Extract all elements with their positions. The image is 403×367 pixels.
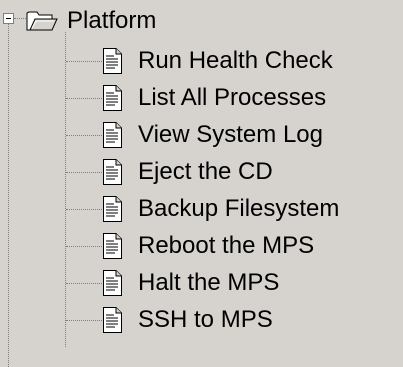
document-icon xyxy=(103,48,122,74)
tree-connector xyxy=(66,209,102,210)
document-icon xyxy=(103,270,122,296)
tree-item-label[interactable]: Halt the MPS xyxy=(138,268,279,298)
document-icon xyxy=(103,85,122,111)
tree-connector xyxy=(14,18,26,19)
document-icon xyxy=(103,307,122,333)
document-icon xyxy=(103,159,122,185)
document-icon xyxy=(103,196,122,222)
tree-item-run-health-check[interactable]: Run Health Check xyxy=(0,44,403,84)
tree-item-backup-filesystem[interactable]: Backup Filesystem xyxy=(0,192,403,232)
minus-icon xyxy=(6,18,11,19)
document-icon xyxy=(103,233,122,259)
tree-item-reboot-the-mps[interactable]: Reboot the MPS xyxy=(0,229,403,269)
tree-connector xyxy=(66,98,102,99)
tree-item-label[interactable]: Reboot the MPS xyxy=(138,231,314,261)
folder-open-icon xyxy=(26,11,58,31)
tree-item-view-system-log[interactable]: View System Log xyxy=(0,118,403,158)
collapse-toggle[interactable] xyxy=(3,13,14,24)
tree-connector xyxy=(66,283,102,284)
tree-connector xyxy=(66,320,102,321)
tree-connector xyxy=(66,246,102,247)
tree-connector xyxy=(66,172,102,173)
tree-item-label[interactable]: Backup Filesystem xyxy=(138,194,339,224)
tree-connector xyxy=(66,135,102,136)
tree-item-list-all-processes[interactable]: List All Processes xyxy=(0,81,403,121)
tree-item-label[interactable]: View System Log xyxy=(138,120,323,150)
tree-item-label[interactable]: SSH to MPS xyxy=(138,305,273,335)
tree-item-eject-the-cd[interactable]: Eject the CD xyxy=(0,155,403,195)
tree-connector xyxy=(66,61,102,62)
document-icon xyxy=(103,122,122,148)
tree-item-label[interactable]: Eject the CD xyxy=(138,157,273,187)
tree-view: Platform Run Health Check List All Proces… xyxy=(0,0,403,367)
tree-item-halt-the-mps[interactable]: Halt the MPS xyxy=(0,266,403,306)
tree-item-ssh-to-mps[interactable]: SSH to MPS xyxy=(0,303,403,343)
tree-root-label[interactable]: Platform xyxy=(67,6,156,36)
tree-item-label[interactable]: List All Processes xyxy=(138,83,326,113)
tree-item-label[interactable]: Run Health Check xyxy=(138,46,333,76)
